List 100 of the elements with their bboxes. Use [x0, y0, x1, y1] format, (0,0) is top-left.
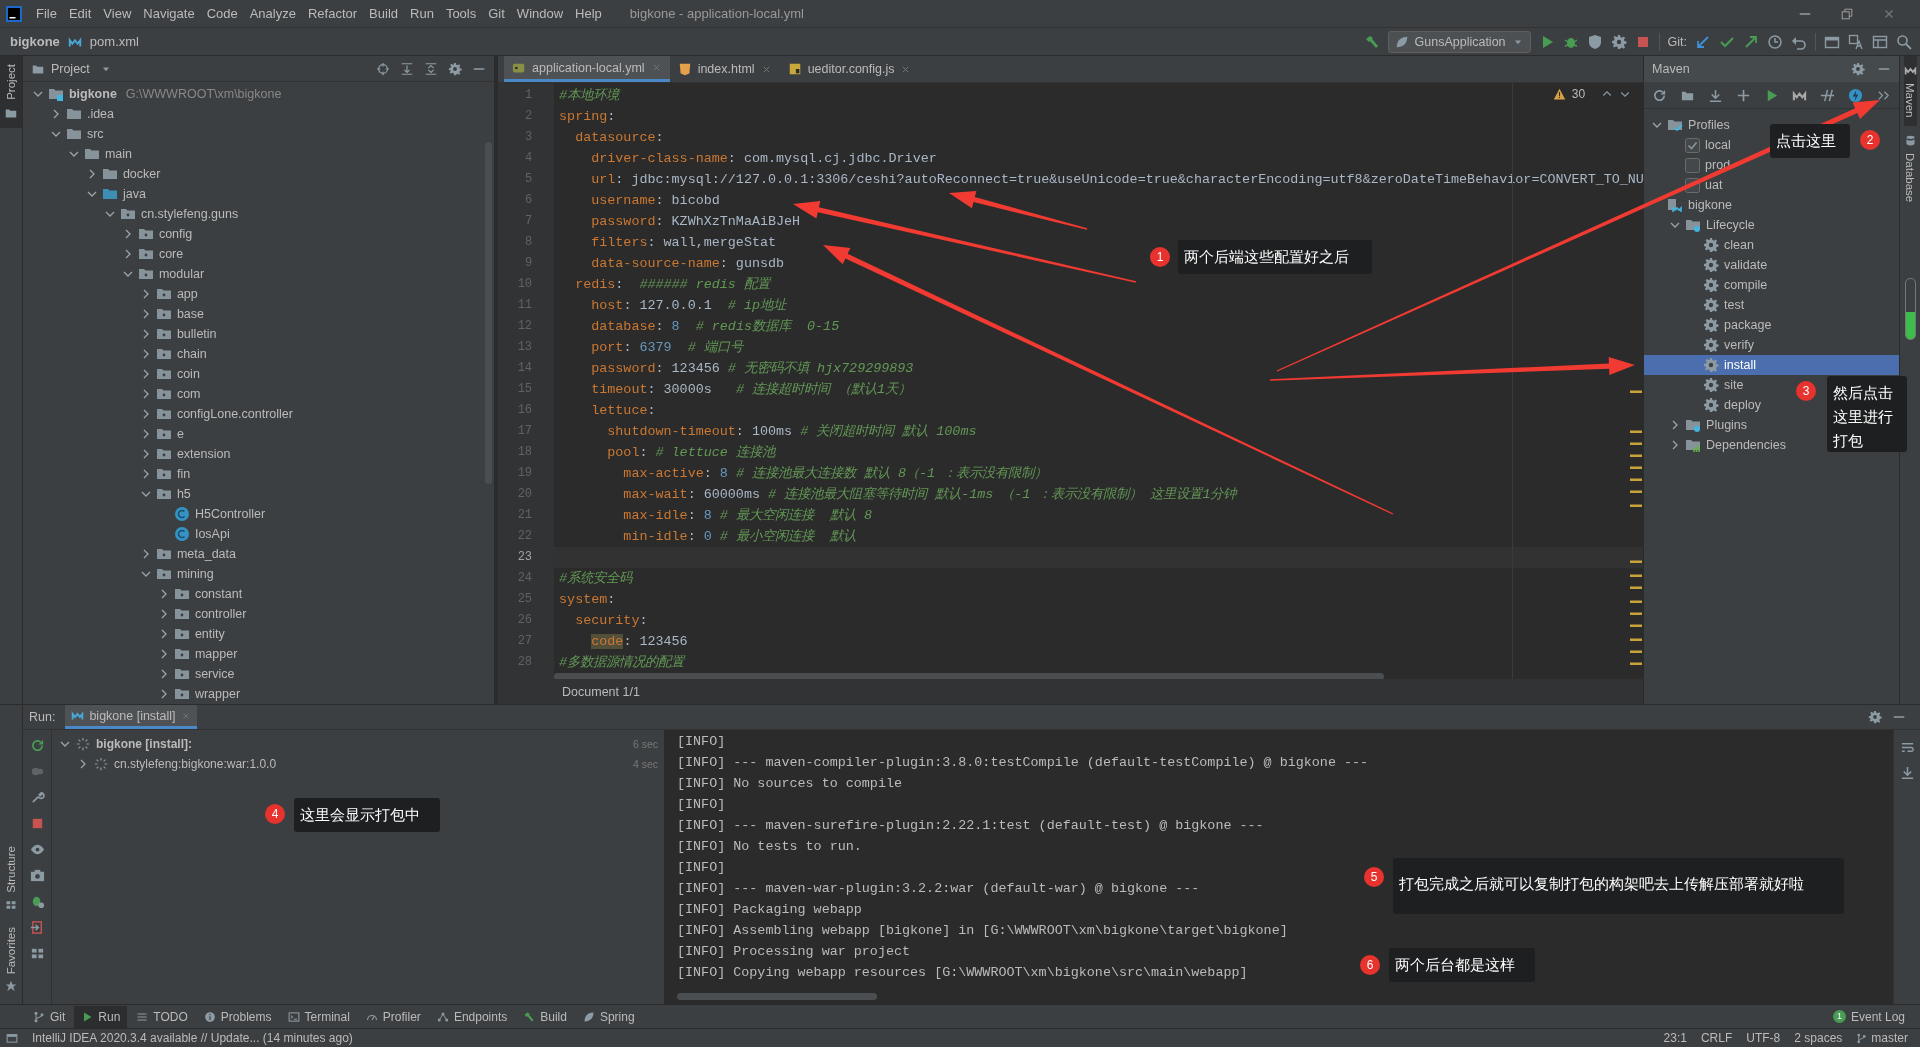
scrollbar[interactable] [677, 993, 877, 1000]
collapse-all-icon[interactable] [424, 61, 439, 76]
clock-icon[interactable] [1767, 33, 1783, 50]
menu-item[interactable]: Build [363, 6, 404, 21]
tree-item[interactable]: e [22, 424, 495, 444]
tool-window-tab[interactable]: Terminal [280, 1005, 357, 1028]
menu-item[interactable]: File [30, 6, 63, 21]
maven-tree-item[interactable]: validate [1644, 255, 1768, 275]
tool-window-tab[interactable]: TODO [129, 1005, 195, 1028]
status-message[interactable]: IntelliJ IDEA 2020.3.4 available // Update... (14 minutes ago) [32, 1031, 353, 1045]
maven-tree-item[interactable]: test [1644, 295, 1745, 315]
memory-indicator[interactable] [1905, 278, 1917, 340]
tree-item[interactable]: app [22, 284, 495, 304]
tree-item[interactable]: cn.stylefeng.guns [22, 204, 495, 224]
download-icon[interactable] [1708, 87, 1724, 103]
tool-window-tab[interactable]: Spring [575, 1005, 642, 1028]
tree-item[interactable]: bigkone G:\WWWROOT\xm\bigkone [22, 84, 495, 104]
gear-icon[interactable] [1851, 62, 1866, 76]
tree-item[interactable]: base [22, 304, 495, 324]
expand-all-icon[interactable] [400, 61, 415, 76]
menu-item[interactable]: Navigate [137, 6, 201, 21]
chevron-down-icon[interactable] [68, 149, 79, 159]
status-item[interactable]: 2 spaces [1794, 1031, 1843, 1045]
slashed-lines-icon[interactable] [1820, 87, 1836, 103]
chevron-down-icon[interactable] [140, 569, 151, 579]
breadcrumb-item[interactable]: bigkone [10, 34, 60, 49]
lightning-icon[interactable] [1848, 87, 1864, 103]
tree-item[interactable]: mining [22, 564, 495, 584]
checkbox[interactable] [1685, 157, 1701, 173]
menu-item[interactable]: Run [404, 6, 440, 21]
tool-window-tab[interactable]: Project [0, 56, 22, 128]
menu-item[interactable]: View [97, 6, 138, 21]
tool-window-tab[interactable]: Build [516, 1005, 574, 1028]
status-item[interactable]: UTF-8 [1746, 1031, 1781, 1045]
tree-item[interactable]: src [22, 124, 495, 144]
scrollbar[interactable] [554, 673, 1385, 679]
gear-icon[interactable] [1868, 710, 1882, 724]
tool-window-tab[interactable]: Git [26, 1005, 73, 1028]
tool-window-tab[interactable]: Maven [1903, 56, 1917, 126]
layout-icon[interactable] [1872, 33, 1888, 50]
app-logo-icon[interactable] [6, 5, 22, 22]
chevron-down-icon[interactable] [60, 739, 70, 749]
tree-item[interactable]: H5Controller [22, 504, 495, 524]
tree-item[interactable]: .idea [22, 104, 495, 124]
chevron-down-icon[interactable] [86, 189, 97, 199]
maven-tree-item[interactable]: clean [1644, 235, 1754, 255]
maven-tree-item[interactable]: install [1644, 355, 1900, 375]
translate-icon[interactable] [1848, 33, 1864, 50]
checked-checkbox[interactable] [1685, 137, 1701, 153]
maven-tree-item[interactable]: Dependencies [1644, 435, 1786, 455]
chevron-down-icon[interactable] [32, 89, 43, 99]
maven-tree-item[interactable]: Plugins [1644, 415, 1748, 435]
eye-icon[interactable] [29, 842, 45, 857]
maven-tree-item[interactable]: verify [1644, 335, 1754, 355]
status-item[interactable]: CRLF [1700, 1031, 1733, 1045]
git-branch[interactable]: master [1856, 1031, 1908, 1045]
down-arrow-icon[interactable] [1695, 33, 1711, 50]
chevron-down-icon[interactable] [50, 129, 61, 139]
chevron-right-icon[interactable] [78, 759, 88, 769]
status-item[interactable]: 23:1 [1663, 1031, 1687, 1045]
tree-item[interactable]: com [22, 384, 495, 404]
tree-item[interactable]: wrapper [22, 684, 495, 704]
gear-icon[interactable] [1610, 33, 1627, 50]
run-configuration-dropdown[interactable]: GunsApplication [1387, 30, 1531, 53]
breadcrumb-item[interactable]: pom.xml [89, 34, 139, 49]
tool-window-tab[interactable]: Run [74, 1005, 128, 1028]
tree-item[interactable]: mapper [22, 644, 495, 664]
editor-tab[interactable]: application-local.yml [504, 56, 670, 82]
tool-window-tab[interactable]: Database [1903, 125, 1917, 210]
tree-item[interactable]: IosApi [22, 524, 495, 544]
maven-tree-item[interactable]: site [1644, 375, 1744, 395]
gear-icon[interactable] [448, 61, 463, 76]
tool-window-tab[interactable]: Favorites [0, 918, 22, 1000]
wrench-icon[interactable] [29, 790, 45, 805]
tree-item[interactable]: chain [22, 344, 495, 364]
chevron-down-icon[interactable] [122, 269, 133, 279]
chevron-down-icon[interactable] [104, 209, 115, 219]
grid-icon[interactable] [29, 946, 45, 961]
tree-item[interactable]: docker [22, 164, 495, 184]
tree-item[interactable]: modular [22, 264, 495, 284]
maven-tree-item[interactable]: bigkone [1644, 195, 1732, 215]
panel-title[interactable]: Project [50, 61, 90, 76]
tool-window-tab[interactable]: Endpoints [429, 1005, 515, 1028]
restore-icon[interactable] [1840, 6, 1854, 21]
menu-item[interactable]: Edit [62, 6, 98, 21]
plus-icon[interactable] [1736, 87, 1752, 103]
tree-item[interactable]: entity [22, 624, 495, 644]
maven-tree-item[interactable]: compile [1644, 275, 1768, 295]
refresh-icon[interactable] [1652, 87, 1668, 103]
tree-item[interactable]: meta_data [22, 544, 495, 564]
menu-item[interactable]: Refactor [301, 6, 364, 21]
menu-item[interactable]: Analyze [243, 6, 302, 21]
scroll-end-icon[interactable] [1899, 765, 1915, 780]
maven-tree-item[interactable]: Lifecycle [1644, 215, 1755, 235]
editor-tab[interactable]: index.html [669, 56, 780, 82]
menu-item[interactable]: Window [510, 6, 570, 21]
tree-item[interactable]: config [22, 224, 495, 244]
tool-window-tab[interactable]: Structure [0, 838, 22, 919]
maven-tree-item[interactable]: local [1644, 135, 1731, 155]
camera-icon[interactable] [29, 868, 45, 883]
